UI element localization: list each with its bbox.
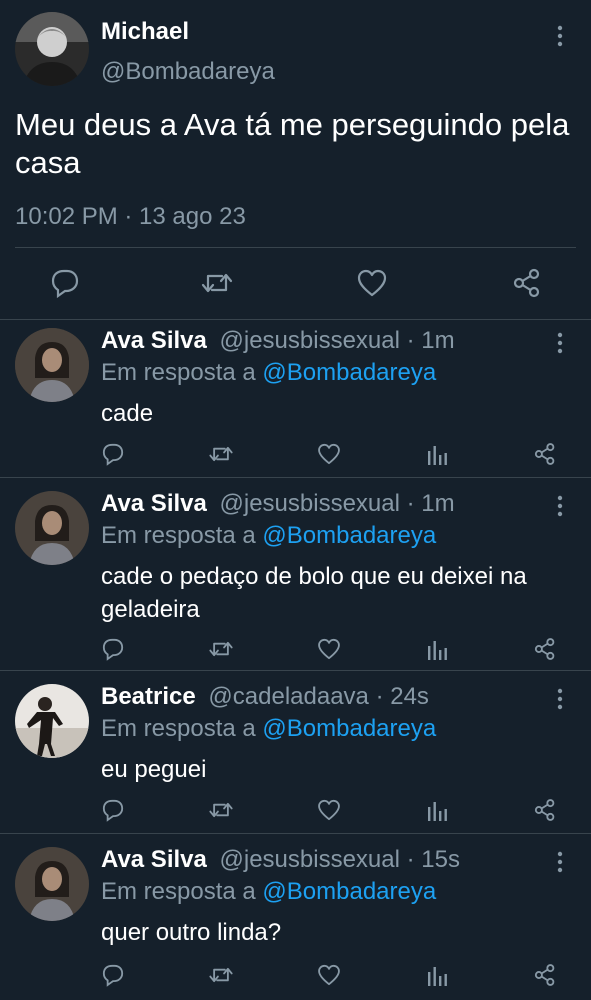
reply-text: quer outro linda? bbox=[101, 919, 282, 946]
share-icon[interactable] bbox=[532, 797, 558, 823]
avatar[interactable] bbox=[15, 847, 89, 921]
reply-text: cade o pedaço de bolo que eu deixei na g… bbox=[101, 563, 527, 623]
avatar[interactable] bbox=[15, 491, 89, 565]
reply-icon[interactable] bbox=[100, 441, 126, 467]
reply-text: cade bbox=[101, 400, 154, 427]
retweet-icon[interactable] bbox=[208, 441, 234, 467]
analytics-icon[interactable] bbox=[424, 636, 450, 662]
author-handle[interactable]: @jesusbissexual bbox=[220, 846, 400, 873]
tweet-text: Meu deus a Ava tá me perseguindo pela ca… bbox=[15, 107, 570, 180]
like-icon[interactable] bbox=[316, 797, 342, 823]
like-icon[interactable] bbox=[316, 962, 342, 988]
analytics-icon[interactable] bbox=[424, 797, 450, 823]
divider bbox=[15, 247, 576, 248]
reply-tweet[interactable]: Ava Silva @jesusbissexual · 1m Em respos… bbox=[0, 319, 591, 477]
analytics-icon[interactable] bbox=[424, 962, 450, 988]
reply-to-link[interactable]: @Bombadareya bbox=[262, 878, 436, 905]
analytics-icon[interactable] bbox=[424, 441, 450, 467]
retweet-icon[interactable] bbox=[200, 266, 234, 300]
avatar[interactable] bbox=[15, 328, 89, 402]
divider bbox=[0, 670, 591, 671]
reply-prefix: Em resposta a bbox=[101, 359, 256, 386]
reply-text: eu peguei bbox=[101, 756, 207, 783]
reply-icon[interactable] bbox=[100, 797, 126, 823]
share-icon[interactable] bbox=[532, 962, 558, 988]
author-handle[interactable]: @Bombadareya bbox=[101, 58, 275, 86]
reply-to-link[interactable]: @Bombadareya bbox=[262, 359, 436, 386]
share-icon[interactable] bbox=[532, 441, 558, 467]
reply-time[interactable]: · 24s bbox=[376, 683, 429, 710]
reply-icon[interactable] bbox=[100, 636, 126, 662]
reply-tweet[interactable]: Ava Silva @jesusbissexual · 15s Em respo… bbox=[0, 838, 591, 1000]
reply-tweet[interactable]: Beatrice @cadeladaava · 24s Em resposta … bbox=[0, 675, 591, 833]
author-name[interactable]: Michael bbox=[101, 18, 189, 46]
more-options-icon[interactable] bbox=[550, 331, 570, 355]
author-name[interactable]: Beatrice bbox=[101, 683, 196, 710]
retweet-icon[interactable] bbox=[208, 962, 234, 988]
author-name[interactable]: Ava Silva bbox=[101, 846, 207, 873]
author-handle[interactable]: @cadeladaava bbox=[208, 683, 368, 710]
retweet-icon[interactable] bbox=[208, 636, 234, 662]
author-handle[interactable]: @jesusbissexual bbox=[220, 490, 400, 517]
reply-icon[interactable] bbox=[100, 962, 126, 988]
reply-icon[interactable] bbox=[48, 266, 82, 300]
more-options-icon[interactable] bbox=[550, 850, 570, 874]
share-icon[interactable] bbox=[532, 636, 558, 662]
reply-time[interactable]: · 1m bbox=[407, 327, 455, 354]
reply-time[interactable]: · 15s bbox=[407, 846, 460, 873]
avatar[interactable] bbox=[15, 684, 89, 758]
reply-prefix: Em resposta a bbox=[101, 715, 256, 742]
more-options-icon[interactable] bbox=[550, 494, 570, 518]
like-icon[interactable] bbox=[316, 636, 342, 662]
divider bbox=[0, 833, 591, 834]
like-icon[interactable] bbox=[355, 266, 389, 300]
share-icon[interactable] bbox=[510, 266, 544, 300]
author-name[interactable]: Ava Silva bbox=[101, 490, 207, 517]
author-name[interactable]: Ava Silva bbox=[101, 327, 207, 354]
reply-time[interactable]: · 1m bbox=[407, 490, 455, 517]
reply-to-link[interactable]: @Bombadareya bbox=[262, 715, 436, 742]
more-options-icon[interactable] bbox=[550, 687, 570, 711]
divider bbox=[0, 477, 591, 478]
main-tweet: Michael @Bombadareya Meu deus a Ava tá m… bbox=[0, 0, 591, 319]
reply-prefix: Em resposta a bbox=[101, 878, 256, 905]
reply-prefix: Em resposta a bbox=[101, 522, 256, 549]
avatar[interactable] bbox=[15, 12, 89, 86]
author-handle[interactable]: @jesusbissexual bbox=[220, 327, 400, 354]
more-options-icon[interactable] bbox=[550, 24, 570, 48]
reply-tweet[interactable]: Ava Silva @jesusbissexual · 1m Em respos… bbox=[0, 482, 591, 670]
reply-to-link[interactable]: @Bombadareya bbox=[262, 522, 436, 549]
retweet-icon[interactable] bbox=[208, 797, 234, 823]
like-icon[interactable] bbox=[316, 441, 342, 467]
tweet-timestamp[interactable]: 10:02 PM · 13 ago 23 bbox=[15, 203, 246, 231]
